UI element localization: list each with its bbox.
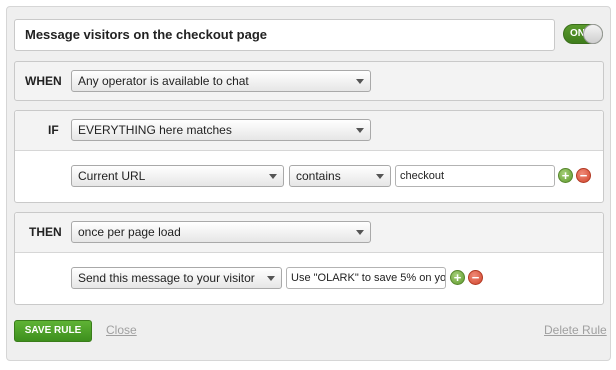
rule-name-field[interactable]: Message visitors on the checkout page <box>14 19 555 51</box>
action-row: Send this message to your visitor Use "O… <box>15 253 603 305</box>
chevron-down-icon <box>356 230 364 235</box>
action-type-select[interactable]: Send this message to your visitor <box>71 267 282 289</box>
if-section: IF EVERYTHING here matches Current URL c… <box>14 110 604 203</box>
add-action-button[interactable]: + <box>450 270 465 285</box>
action-type-value: Send this message to your visitor <box>78 271 255 285</box>
remove-action-button[interactable]: − <box>468 270 483 285</box>
toggle-knob[interactable] <box>583 24 603 44</box>
chevron-down-icon <box>356 128 364 133</box>
then-header: THEN once per page load <box>15 213 603 252</box>
rule-editor-panel: Message visitors on the checkout page ON… <box>6 6 611 361</box>
then-frequency-select[interactable]: once per page load <box>71 221 371 243</box>
if-match-mode-value: EVERYTHING here matches <box>78 123 232 137</box>
close-link[interactable]: Close <box>106 323 137 337</box>
remove-condition-button[interactable]: − <box>576 168 591 183</box>
condition-field-value: Current URL <box>78 169 146 183</box>
condition-operator-value: contains <box>296 169 341 183</box>
chevron-down-icon <box>267 276 275 281</box>
then-section: THEN once per page load Send this messag… <box>14 212 604 305</box>
then-keyword: THEN <box>29 225 62 239</box>
delete-rule-link[interactable]: Delete Rule <box>544 323 607 337</box>
condition-row: Current URL contains checkout + − <box>15 151 603 203</box>
save-rule-button[interactable]: SAVE RULE <box>14 320 92 342</box>
chevron-down-icon <box>269 174 277 179</box>
condition-value-input[interactable]: checkout <box>395 165 555 187</box>
when-keyword: WHEN <box>25 74 62 88</box>
rule-toggle[interactable]: ON <box>563 24 603 44</box>
condition-field-select[interactable]: Current URL <box>71 165 284 187</box>
chevron-down-icon <box>376 174 384 179</box>
condition-operator-select[interactable]: contains <box>289 165 391 187</box>
when-section: WHEN Any operator is available to chat <box>14 61 604 101</box>
when-condition-select[interactable]: Any operator is available to chat <box>71 70 371 92</box>
action-message-input[interactable]: Use "OLARK" to save 5% on you <box>286 267 446 289</box>
if-header: IF EVERYTHING here matches <box>15 111 603 150</box>
when-condition-value: Any operator is available to chat <box>78 74 249 88</box>
then-frequency-value: once per page load <box>78 225 181 239</box>
if-keyword: IF <box>48 123 59 137</box>
chevron-down-icon <box>356 79 364 84</box>
if-match-mode-select[interactable]: EVERYTHING here matches <box>71 119 371 141</box>
add-condition-button[interactable]: + <box>558 168 573 183</box>
